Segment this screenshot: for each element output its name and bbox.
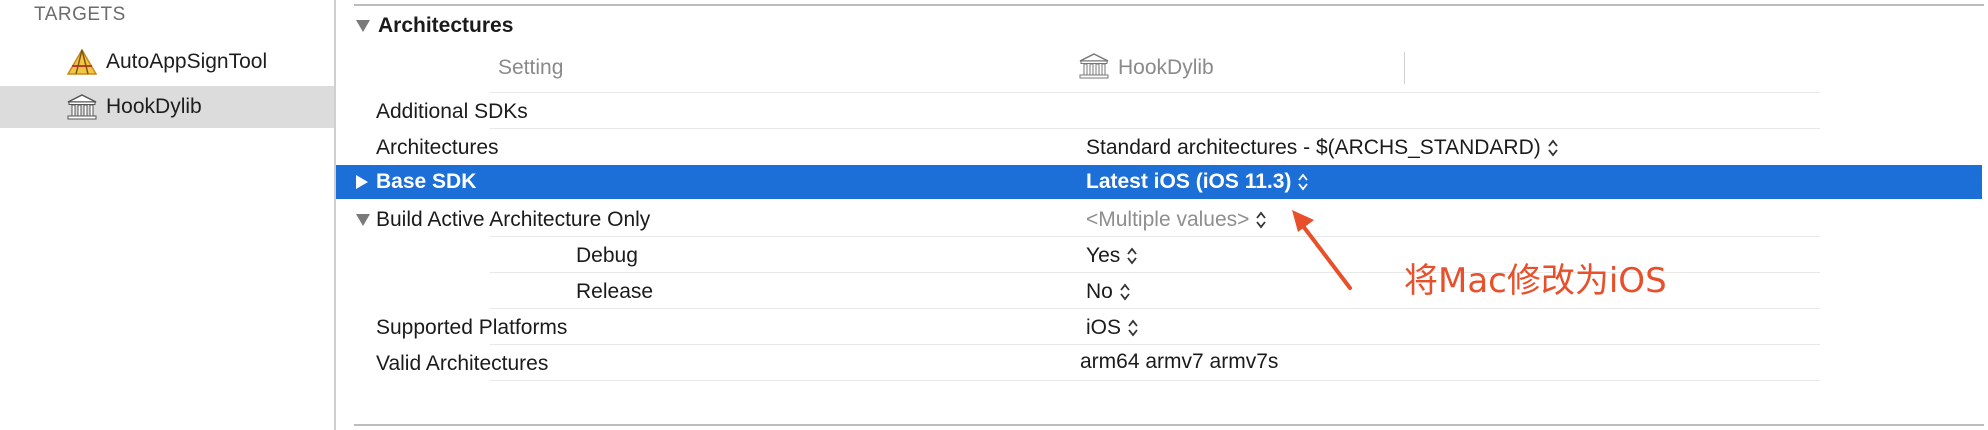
targets-header: TARGETS <box>34 4 126 25</box>
setting-value-text: iOS <box>1086 316 1122 339</box>
column-divider <box>1404 52 1405 84</box>
target-item-autoappsigntool[interactable]: AutoAppSignTool <box>0 41 334 83</box>
stepper-icon[interactable] <box>1297 171 1309 193</box>
setting-value-text: arm64 armv7 armv7s <box>1080 350 1279 373</box>
targets-sidebar: TARGETS AutoAppSignTool HookDylib <box>0 0 336 430</box>
row-separator <box>490 344 1820 345</box>
setting-value-text: Latest iOS (iOS 11.3) <box>1086 170 1292 193</box>
annotation-arrow-icon <box>1292 210 1352 290</box>
row-separator <box>490 236 1820 237</box>
row-separator <box>490 308 1820 309</box>
stepper-icon[interactable] <box>1119 281 1131 303</box>
library-building-icon <box>1078 52 1110 85</box>
setting-value-base-sdk[interactable]: Latest iOS (iOS 11.3) <box>1086 170 1309 194</box>
setting-label-additional-sdks[interactable]: Additional SDKs <box>376 100 528 124</box>
library-building-icon <box>66 93 98 121</box>
setting-label-build-active-arch-only[interactable]: Build Active Architecture Only <box>376 208 650 232</box>
stepper-icon[interactable] <box>1126 245 1138 267</box>
setting-label-supported-platforms[interactable]: Supported Platforms <box>376 316 567 340</box>
setting-value-text: No <box>1086 280 1113 303</box>
setting-value-text: <Multiple values> <box>1086 208 1250 231</box>
stepper-icon[interactable] <box>1127 317 1139 339</box>
row-disclosure-icon[interactable] <box>356 175 368 189</box>
build-settings-panel: Architectures Setting HookDylib Addition… <box>336 0 1988 430</box>
setting-label-base-sdk: Base SDK <box>376 170 477 193</box>
setting-label-release[interactable]: Release <box>576 280 653 304</box>
setting-row-base-sdk[interactable]: Base SDK Latest iOS (iOS 11.3) <box>336 165 1982 199</box>
setting-label-architectures[interactable]: Architectures <box>376 136 499 160</box>
setting-value-text: Yes <box>1086 244 1121 267</box>
row-separator <box>490 92 1820 93</box>
section-disclosure-icon[interactable] <box>356 20 370 32</box>
setting-value-valid-architectures[interactable]: arm64 armv7 armv7s <box>1080 350 1278 374</box>
bottom-divider <box>354 424 1984 426</box>
setting-label-debug[interactable]: Debug <box>576 244 638 268</box>
setting-value-debug[interactable]: Yes <box>1086 244 1138 268</box>
setting-value-architectures[interactable]: Standard architectures - $(ARCHS_STANDAR… <box>1086 136 1559 160</box>
annotation-text: 将Mac修改为iOS <box>1404 261 1667 301</box>
column-header-target: HookDylib <box>1118 56 1214 79</box>
setting-value-release[interactable]: No <box>1086 280 1131 304</box>
row-disclosure-icon[interactable] <box>356 214 370 226</box>
top-divider <box>354 4 1984 6</box>
row-separator <box>490 128 1820 129</box>
target-item-hookdylib[interactable]: HookDylib <box>0 86 334 128</box>
setting-value-text: Standard architectures - $(ARCHS_STANDAR… <box>1086 136 1541 159</box>
stepper-icon[interactable] <box>1547 137 1559 159</box>
setting-label-valid-architectures[interactable]: Valid Architectures <box>376 352 548 376</box>
target-item-label: AutoAppSignTool <box>106 50 268 73</box>
stepper-icon[interactable] <box>1255 209 1267 231</box>
column-header-setting: Setting <box>498 56 564 79</box>
section-title: Architectures <box>378 14 514 37</box>
setting-value-build-active-arch-only[interactable]: <Multiple values> <box>1086 208 1267 232</box>
row-separator <box>490 380 1820 381</box>
target-item-label: HookDylib <box>106 95 202 118</box>
setting-value-supported-platforms[interactable]: iOS <box>1086 316 1139 340</box>
xcode-app-icon <box>66 48 98 76</box>
